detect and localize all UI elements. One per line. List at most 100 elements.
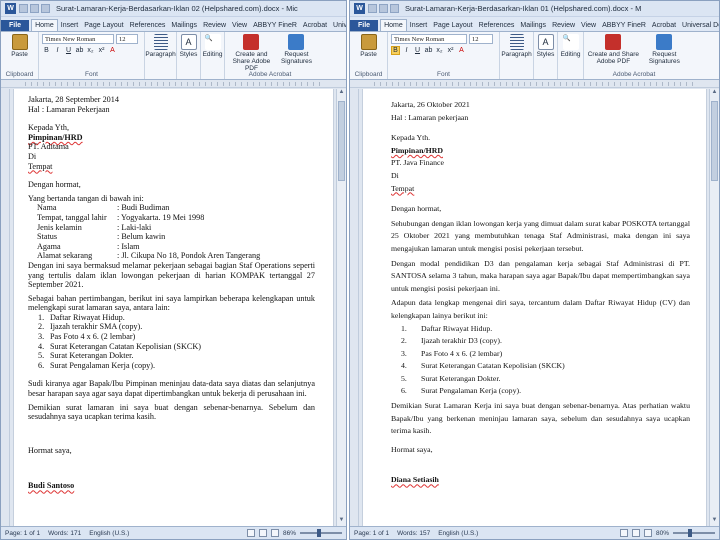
superscript-button[interactable]: x² xyxy=(446,46,455,55)
zoom-knob[interactable] xyxy=(317,529,321,537)
tab-review[interactable]: Review xyxy=(200,20,229,31)
word-count[interactable]: Words: 157 xyxy=(397,530,430,537)
font-size-box[interactable]: 12 xyxy=(116,34,138,44)
tab-insert[interactable]: Insert xyxy=(58,20,82,31)
word-app-icon[interactable]: W xyxy=(354,3,365,14)
save-icon[interactable] xyxy=(19,4,28,13)
scroll-thumb[interactable] xyxy=(711,101,718,181)
tab-home[interactable]: Home xyxy=(31,19,58,31)
subscript-button[interactable]: x₂ xyxy=(435,46,444,55)
word-app-icon[interactable]: W xyxy=(5,3,16,14)
document-text[interactable]: Jakarta, 26 Oktober 2021 Hal : Lamaran p… xyxy=(391,99,690,487)
tab-review[interactable]: Review xyxy=(549,20,578,31)
bold-button[interactable]: B xyxy=(42,46,51,55)
tab-acrobat[interactable]: Acrobat xyxy=(300,20,330,31)
editing-button[interactable]: 🔍 Editing xyxy=(203,34,222,58)
full-screen-icon[interactable] xyxy=(631,529,640,537)
redo-icon[interactable] xyxy=(41,4,50,13)
redo-icon[interactable] xyxy=(390,4,399,13)
strike-button[interactable]: ab xyxy=(75,46,84,55)
tab-acrobat[interactable]: Acrobat xyxy=(649,20,679,31)
zoom-knob[interactable] xyxy=(688,529,692,537)
editing-button[interactable]: 🔍 Editing xyxy=(561,34,580,58)
zoom-level[interactable]: 80% xyxy=(656,530,669,537)
page-count[interactable]: Page: 1 of 1 xyxy=(354,530,389,537)
document-page[interactable]: Jakarta, 28 September 2014 Hal : Lamaran… xyxy=(13,89,334,526)
scroll-down-icon[interactable]: ▼ xyxy=(710,517,719,526)
editing-label: Editing xyxy=(560,51,581,58)
tab-insert[interactable]: Insert xyxy=(407,20,431,31)
create-pdf-button[interactable]: Create and Share Adobe PDF xyxy=(587,34,640,65)
bold-button[interactable]: B xyxy=(391,46,400,55)
italic-button[interactable]: I xyxy=(53,46,62,55)
request-signatures-button[interactable]: Request Signatures xyxy=(648,34,681,65)
tab-page-layout[interactable]: Page Layout xyxy=(430,20,475,31)
save-icon[interactable] xyxy=(368,4,377,13)
full-screen-icon[interactable] xyxy=(258,529,267,537)
print-layout-icon[interactable] xyxy=(619,529,628,537)
vertical-ruler[interactable] xyxy=(1,89,10,526)
styles-button[interactable]: A Styles xyxy=(180,34,197,58)
page-count[interactable]: Page: 1 of 1 xyxy=(5,530,40,537)
tab-references[interactable]: References xyxy=(127,20,169,31)
tab-view[interactable]: View xyxy=(578,20,599,31)
scroll-up-icon[interactable]: ▲ xyxy=(710,89,719,98)
web-layout-icon[interactable] xyxy=(270,529,279,537)
horizontal-ruler[interactable] xyxy=(1,80,346,88)
horizontal-ruler[interactable] xyxy=(350,80,719,88)
word-count[interactable]: Words: 171 xyxy=(48,530,81,537)
paragraph-button[interactable]: Paragraph xyxy=(145,34,176,58)
font-size-box[interactable]: 12 xyxy=(469,34,493,44)
intro-line: Yang bertanda tangan di bawah ini: xyxy=(28,193,144,203)
tab-view[interactable]: View xyxy=(229,20,250,31)
document-text[interactable]: Jakarta, 28 September 2014 Hal : Lamaran… xyxy=(28,95,315,491)
underline-button[interactable]: U xyxy=(413,46,422,55)
underline-button[interactable]: U xyxy=(64,46,73,55)
font-group: Times New Roman 12 B I U ab x₂ x² A Font xyxy=(39,32,145,79)
scroll-down-icon[interactable]: ▼ xyxy=(337,517,346,526)
field-value: : Belum kawin xyxy=(117,232,166,242)
web-layout-icon[interactable] xyxy=(643,529,652,537)
tab-page-layout[interactable]: Page Layout xyxy=(81,20,126,31)
vertical-scrollbar[interactable]: ▲ ▼ xyxy=(336,89,346,526)
request-signatures-button[interactable]: Request Signatures xyxy=(281,34,312,72)
print-layout-icon[interactable] xyxy=(246,529,255,537)
tab-file[interactable]: File xyxy=(1,20,30,31)
paste-button[interactable]: Paste xyxy=(4,34,35,58)
strike-button[interactable]: ab xyxy=(424,46,433,55)
adobe-group: Create and Share Adobe PDF Request Signa… xyxy=(584,32,684,79)
italic-button[interactable]: I xyxy=(402,46,411,55)
undo-icon[interactable] xyxy=(379,4,388,13)
paragraph-button[interactable]: Paragraph xyxy=(501,34,532,58)
vertical-scrollbar[interactable]: ▲ ▼ xyxy=(709,89,719,526)
undo-icon[interactable] xyxy=(30,4,39,13)
font-name-box[interactable]: Times New Roman xyxy=(42,34,114,44)
styles-button[interactable]: A Styles xyxy=(537,34,554,58)
subscript-button[interactable]: x₂ xyxy=(86,46,95,55)
tab-universal[interactable]: Universal Do xyxy=(330,20,346,31)
scroll-up-icon[interactable]: ▲ xyxy=(337,89,346,98)
tab-mailings[interactable]: Mailings xyxy=(168,20,200,31)
zoom-slider[interactable] xyxy=(673,529,715,537)
tab-universal[interactable]: Universal Dc xyxy=(679,20,719,31)
tab-home[interactable]: Home xyxy=(380,19,407,31)
paste-button[interactable]: Paste xyxy=(353,34,384,58)
vertical-ruler[interactable] xyxy=(350,89,359,526)
tab-file[interactable]: File xyxy=(350,20,379,31)
font-color-button[interactable]: A xyxy=(108,46,117,55)
zoom-slider[interactable] xyxy=(300,529,342,537)
scroll-thumb[interactable] xyxy=(338,101,345,181)
create-pdf-button[interactable]: Create and Share Adobe PDF xyxy=(228,34,275,72)
font-color-button[interactable]: A xyxy=(457,46,466,55)
tab-mailings[interactable]: Mailings xyxy=(517,20,549,31)
language[interactable]: English (U.S.) xyxy=(438,530,478,537)
styles-label: Styles xyxy=(536,51,555,58)
document-page[interactable]: Jakarta, 26 Oktober 2021 Hal : Lamaran p… xyxy=(362,89,707,526)
font-name-box[interactable]: Times New Roman xyxy=(391,34,467,44)
tab-references[interactable]: References xyxy=(476,20,518,31)
tab-abbyy[interactable]: ABBYY FineR xyxy=(599,20,649,31)
language[interactable]: English (U.S.) xyxy=(89,530,129,537)
superscript-button[interactable]: x² xyxy=(97,46,106,55)
zoom-level[interactable]: 86% xyxy=(283,530,296,537)
tab-abbyy[interactable]: ABBYY FineR xyxy=(250,20,300,31)
